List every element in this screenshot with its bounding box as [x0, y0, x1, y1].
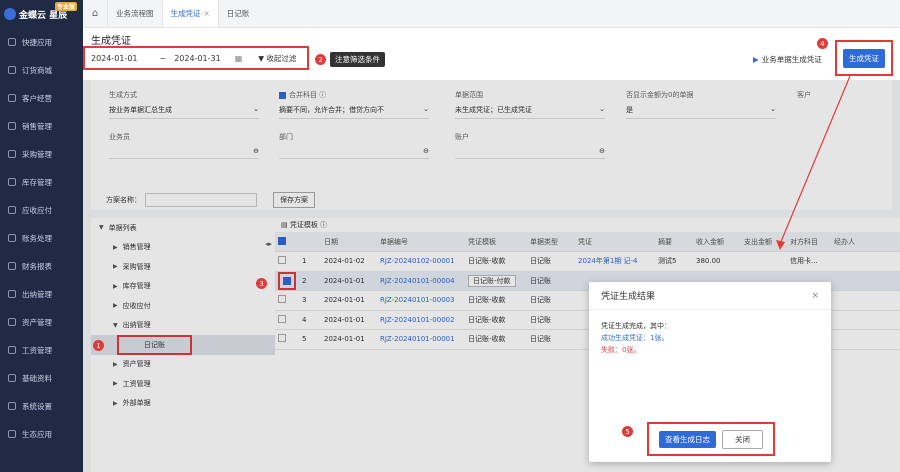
date-filter: 2024-01-01 ~ 2024-01-31 ▦ ▼ 收起过滤	[83, 46, 309, 70]
tab-label: 生成凭证	[170, 9, 201, 18]
money-icon	[8, 206, 16, 214]
book-icon	[8, 234, 16, 242]
sidebar-item-inventory[interactable]: 库存管理	[0, 168, 83, 196]
sidebar-item-label: 财务报表	[22, 261, 52, 271]
sidebar-item-label: 销售管理	[22, 121, 52, 131]
sidebar-item-label: 资产管理	[22, 317, 52, 327]
sidebar-item-label: 生态应用	[22, 429, 52, 439]
database-icon	[8, 374, 16, 382]
collapse-filter-button[interactable]: ▼ 收起过滤	[258, 53, 296, 64]
result-summary: 凭证生成完成，其中：	[601, 322, 671, 330]
grid-icon	[8, 38, 16, 46]
sidebar-item-customer[interactable]: 客户经营	[0, 84, 83, 112]
dialog-actions-highlight: 查看生成日志 关闭	[647, 422, 775, 456]
leaf-icon	[8, 430, 16, 438]
edition-badge: 专业版	[54, 2, 77, 11]
sidebar-item-cashier[interactable]: 出纳管理	[0, 280, 83, 308]
close-icon[interactable]: ×	[204, 9, 210, 18]
annotation-badge-3: 3	[256, 278, 267, 289]
sidebar-item-accounting[interactable]: 账务处理	[0, 224, 83, 252]
sidebar-item-settings[interactable]: 系统设置	[0, 392, 83, 420]
home-icon[interactable]: ⌂	[83, 0, 107, 27]
tab-label: 日记账	[226, 9, 250, 18]
sidebar-item-label: 出纳管理	[22, 289, 52, 299]
generate-highlight: 生成凭证	[835, 40, 893, 76]
sidebar-item-assets[interactable]: 资产管理	[0, 308, 83, 336]
date-separator: ~	[159, 53, 167, 63]
sidebar-item-label: 库存管理	[22, 177, 52, 187]
sidebar: 金蝶云 星辰 专业版 快捷应用 订货商城 客户经营 销售管理 采购管理 库存管理…	[0, 0, 83, 472]
building-icon	[8, 318, 16, 326]
sidebar-item-payroll[interactable]: 工资管理	[0, 336, 83, 364]
calendar-icon[interactable]: ▦	[235, 54, 243, 63]
annotation-badge-5: 5	[622, 426, 633, 437]
date-from-input[interactable]: 2024-01-01	[91, 54, 138, 63]
logo-icon	[4, 8, 16, 20]
sidebar-item-sales[interactable]: 销售管理	[0, 112, 83, 140]
fail-count: 失败：0张。	[601, 346, 641, 354]
close-button[interactable]: 关闭	[722, 429, 763, 449]
biz-voucher-link[interactable]: ▶ 业务单据生成凭证	[753, 54, 822, 65]
sidebar-item-label: 订货商城	[22, 65, 52, 75]
page-title: 生成凭证	[91, 36, 131, 47]
tab-journal[interactable]: 日记账	[217, 0, 258, 27]
gear-icon	[8, 402, 16, 410]
report-icon	[8, 262, 16, 270]
close-icon[interactable]: ×	[811, 291, 819, 301]
sidebar-item-ecosystem[interactable]: 生态应用	[0, 420, 83, 448]
sidebar-item-label: 客户经营	[22, 93, 52, 103]
sidebar-item-quick-apps[interactable]: 快捷应用	[0, 28, 83, 56]
voucher-result-dialog: 凭证生成结果 × 凭证生成完成，其中： 成功生成凭证：1张。 失败：0张。 5 …	[589, 282, 831, 462]
brand-logo: 金蝶云 星辰 专业版	[0, 0, 83, 28]
dialog-title: 凭证生成结果	[601, 292, 656, 302]
annotation-tip: 注意筛选条件	[330, 52, 385, 67]
tab-generate-voucher[interactable]: 生成凭证 ×	[161, 0, 218, 27]
view-log-button[interactable]: 查看生成日志	[659, 430, 716, 448]
sidebar-item-receivable[interactable]: 应收应付	[0, 196, 83, 224]
annotation-badge-2: 2	[315, 54, 326, 65]
dialog-body: 凭证生成完成，其中： 成功生成凭证：1张。 失败：0张。	[589, 310, 831, 366]
sidebar-item-label: 快捷应用	[22, 37, 52, 47]
sidebar-item-label: 采购管理	[22, 149, 52, 159]
generate-voucher-button[interactable]: 生成凭证	[843, 48, 885, 68]
truck-icon	[8, 150, 16, 158]
sidebar-item-reports[interactable]: 财务报表	[0, 252, 83, 280]
sidebar-item-label: 系统设置	[22, 401, 52, 411]
id-card-icon	[8, 346, 16, 354]
sidebar-item-purchase[interactable]: 采购管理	[0, 140, 83, 168]
dialog-header: 凭证生成结果 ×	[589, 282, 831, 310]
date-to-input[interactable]: 2024-01-31	[174, 54, 221, 63]
success-count: 成功生成凭证：1张。	[601, 334, 669, 342]
annotation-badge-4: 4	[817, 38, 828, 49]
box-icon	[8, 178, 16, 186]
sidebar-item-label: 应收应付	[22, 205, 52, 215]
cart-icon	[8, 66, 16, 74]
wallet-icon	[8, 290, 16, 298]
user-icon	[8, 94, 16, 102]
biz-voucher-label: 业务单据生成凭证	[761, 55, 822, 64]
tab-process-map[interactable]: 业务流程图	[107, 0, 162, 27]
sidebar-item-basic-data[interactable]: 基础资料	[0, 364, 83, 392]
sidebar-item-mall[interactable]: 订货商城	[0, 56, 83, 84]
tab-label: 业务流程图	[116, 9, 154, 18]
chart-icon	[8, 122, 16, 130]
video-icon: ▶	[753, 55, 759, 64]
annotation-badge-1: 1	[93, 340, 104, 351]
sidebar-item-label: 基础资料	[22, 373, 52, 383]
sidebar-item-label: 工资管理	[22, 345, 52, 355]
collapse-filter-label: 收起过滤	[266, 53, 297, 63]
sidebar-item-label: 账务处理	[22, 233, 52, 243]
tab-bar: ⌂ 业务流程图 生成凭证 × 日记账	[83, 0, 900, 28]
